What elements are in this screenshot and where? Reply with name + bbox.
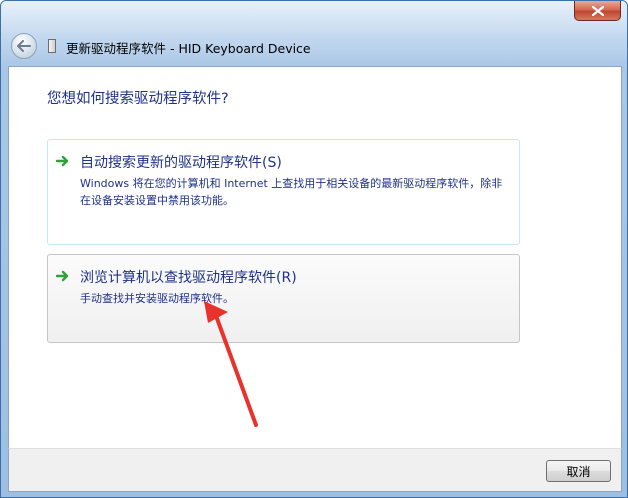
window-title: 更新驱动程序软件 - HID Keyboard Device bbox=[66, 41, 311, 56]
back-button[interactable] bbox=[11, 33, 37, 59]
option-auto-search[interactable]: 自动搜索更新的驱动程序软件(S) Windows 将在您的计算机和 Intern… bbox=[47, 139, 520, 245]
dialog-window: 更新驱动程序软件 - HID Keyboard Device 您想如何搜索驱动程… bbox=[0, 0, 628, 498]
option-auto-search-description: Windows 将在您的计算机和 Internet 上查找用于相关设备的最新驱动… bbox=[80, 177, 503, 207]
dialog-header: 更新驱动程序软件 - HID Keyboard Device bbox=[1, 27, 627, 65]
option-browse-computer-description: 手动查找并安装驱动程序软件。 bbox=[80, 292, 234, 305]
close-button[interactable] bbox=[574, 1, 621, 21]
green-arrow-icon bbox=[56, 155, 69, 167]
dialog-footer: 取消 bbox=[8, 448, 622, 492]
close-icon bbox=[591, 5, 604, 16]
option-auto-search-title: 自动搜索更新的驱动程序软件(S) bbox=[80, 155, 282, 171]
page-heading: 您想如何搜索驱动程序软件? bbox=[47, 91, 229, 107]
device-icon bbox=[48, 39, 56, 53]
option-browse-computer[interactable]: 浏览计算机以查找驱动程序软件(R) 手动查找并安装驱动程序软件。 bbox=[47, 254, 520, 343]
content-panel: 您想如何搜索驱动程序软件? 自动搜索更新的驱动程序软件(S) Windows 将… bbox=[8, 66, 622, 448]
green-arrow-icon bbox=[56, 270, 69, 282]
option-browse-computer-title: 浏览计算机以查找驱动程序软件(R) bbox=[80, 270, 297, 286]
back-arrow-icon bbox=[17, 40, 31, 52]
cancel-button[interactable]: 取消 bbox=[546, 460, 611, 482]
